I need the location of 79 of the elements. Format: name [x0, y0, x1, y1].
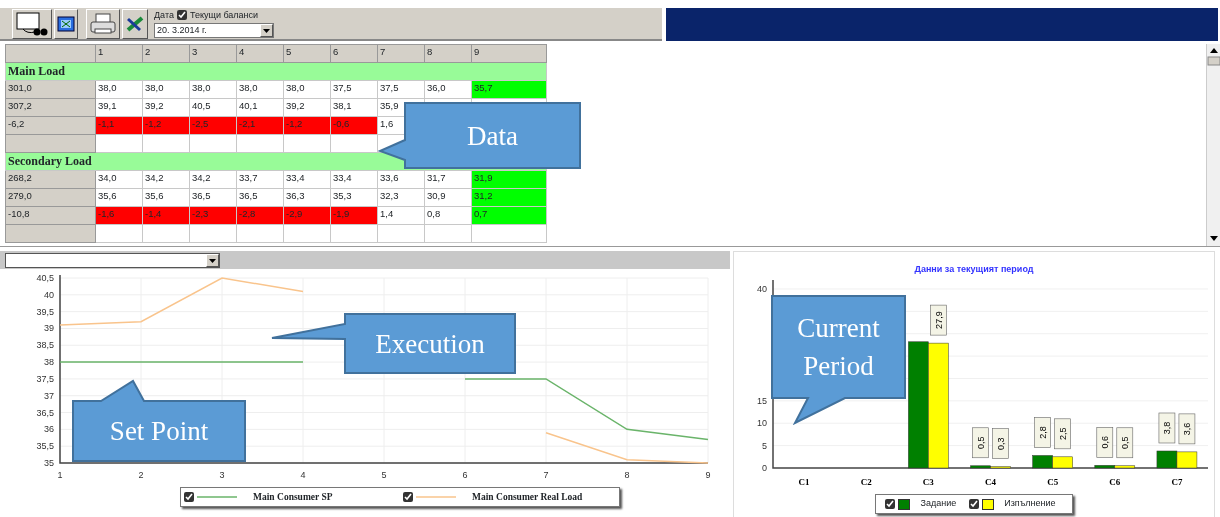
axis-label: 35,5	[36, 441, 54, 452]
column-header: 6	[330, 44, 378, 63]
value-label: 3,6	[1178, 413, 1196, 445]
axis-label: 37	[44, 390, 54, 401]
axis-label: 36	[44, 424, 54, 435]
value-label: 27,9	[930, 304, 947, 336]
axis-label: 35	[44, 458, 54, 468]
callout: Current Period	[770, 294, 908, 425]
column-header: 3	[189, 44, 237, 63]
axis-label: 39,5	[36, 306, 54, 317]
axis-label: C6	[1109, 477, 1121, 487]
axis-label: 5	[381, 470, 387, 480]
axis-label: 0	[762, 463, 767, 473]
column-header: 4	[236, 44, 284, 63]
value-label: 0,3	[992, 428, 1009, 459]
axis-label: 39	[44, 323, 54, 334]
toolbar-button[interactable]	[12, 8, 52, 39]
axis-label: 10	[757, 418, 767, 429]
axis-label: 5	[762, 440, 767, 451]
toolbar-button[interactable]	[54, 8, 78, 39]
callout: Set Point	[72, 379, 247, 463]
axis-label: 36,5	[36, 407, 54, 418]
printer-icon	[89, 11, 117, 36]
axis-label: C7	[1171, 477, 1183, 487]
axis-label: C3	[922, 477, 934, 487]
axis-label: 8	[624, 470, 630, 480]
value-label: 0,6	[1096, 427, 1114, 458]
callout: Execution	[270, 312, 517, 375]
date-label: Дата	[154, 9, 174, 21]
axis-label: 9	[705, 470, 711, 480]
toolbar-button[interactable]	[122, 8, 148, 39]
column-header: 2	[142, 44, 190, 63]
column-header: 1	[95, 44, 143, 63]
legend-line-icon	[416, 494, 456, 500]
date-dropdown[interactable]: 20. 3.2014 г.	[154, 22, 274, 38]
legend-label: Изпълнение	[1004, 497, 1056, 511]
toolbar-button[interactable]	[86, 8, 120, 39]
tools-icon	[125, 14, 145, 33]
dropdown[interactable]	[5, 252, 220, 268]
checkbox[interactable]	[176, 10, 187, 20]
axis-label: 7	[543, 470, 549, 480]
column-header: 5	[283, 44, 331, 63]
axis-label: 40	[757, 283, 767, 294]
axis-label: 15	[757, 395, 767, 406]
value-label: 3,8	[1158, 412, 1176, 444]
value-label: 2,8	[1034, 417, 1051, 448]
axis-label: 37,5	[36, 373, 54, 384]
chart-title: Данни за текущият период	[914, 264, 1034, 274]
axis-label: 40	[44, 289, 54, 300]
axis-label: 38,5	[36, 340, 54, 351]
value-label: 2,5	[1054, 418, 1071, 450]
axis-label: 40,5	[36, 273, 54, 283]
axis-label: C4	[985, 477, 996, 487]
legend-line-icon	[197, 494, 237, 500]
window-icon	[57, 15, 75, 32]
checkbox[interactable]	[885, 499, 896, 509]
axis-label: C2	[860, 477, 872, 487]
axis-label: 4	[300, 470, 306, 480]
column-header: 7	[377, 44, 425, 63]
checkbox-label: Текущи баланси	[189, 9, 259, 21]
value-label: 0,5	[972, 427, 989, 459]
axis-label: C1	[798, 477, 810, 487]
monitor-icon	[15, 11, 49, 36]
column-header: 8	[424, 44, 472, 63]
axis-label: 38	[44, 357, 54, 368]
checkbox[interactable]	[403, 492, 413, 502]
value-label: 0,5	[1116, 427, 1134, 459]
legend-label: Задание	[920, 497, 957, 511]
axis-label: 6	[462, 470, 468, 480]
column-header: 9	[471, 44, 547, 63]
axis-label: 2	[138, 470, 144, 480]
axis-label: 3	[219, 470, 225, 480]
legend-label: Main Consumer SP	[253, 490, 333, 504]
checkbox[interactable]	[969, 499, 980, 509]
scrollbar[interactable]	[1206, 44, 1220, 246]
checkbox[interactable]	[184, 492, 194, 502]
axis-label: C5	[1047, 477, 1059, 487]
legend-label: Main Consumer Real Load	[472, 490, 583, 504]
axis-label: 1	[57, 470, 63, 480]
